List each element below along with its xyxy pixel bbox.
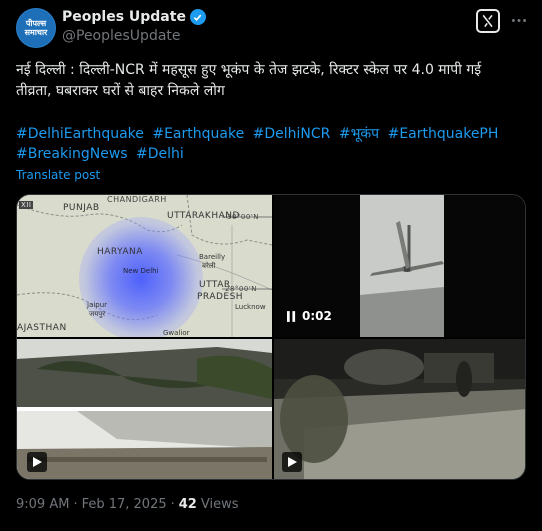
tweet-text: नई दिल्ली : दिल्ली-NCR में महसूस हुए भूक… (16, 62, 486, 99)
verified-badge-icon (189, 9, 206, 25)
avatar[interactable]: पीपल्स समाचार (16, 8, 56, 48)
map-label-gwalior: Gwalior (163, 329, 190, 337)
author-handle[interactable]: @PeoplesUpdate (62, 28, 181, 44)
translate-post-link[interactable]: Translate post (16, 168, 100, 182)
map-label-jaipur-hi: जयपुर (89, 310, 106, 318)
rooftop-scene (17, 339, 272, 479)
map-label-bareilly-hi: बरेली (202, 262, 216, 270)
earthquake-map-image[interactable]: CHANDIGARH PUNJAB UTTARAKHAND 30°00'N HA… (17, 195, 272, 337)
pause-icon[interactable] (287, 310, 296, 322)
views-label: Views (200, 497, 239, 512)
street-night-video[interactable] (274, 339, 525, 479)
hashtag-link[interactable]: #BreakingNews (16, 146, 128, 162)
hashtag-link[interactable]: #EarthquakePH (388, 126, 499, 142)
hashtag-link[interactable]: #DelhiEarthquake (16, 126, 144, 142)
avatar-text-2: समाचार (24, 28, 48, 37)
earthquake-intensity-area (79, 217, 203, 337)
tweet-meta: 9:09 AM · Feb 17, 2025 · 42 Views (16, 497, 238, 512)
hashtag-link[interactable]: #भूकंप (339, 126, 379, 142)
rooftop-video[interactable] (17, 339, 272, 479)
map-label-bareilly: Bareilly (199, 253, 226, 261)
author-name-row[interactable]: Peoples Update (62, 9, 206, 25)
separator: · (73, 497, 78, 512)
more-options-icon[interactable] (508, 8, 530, 32)
street-night-scene (274, 339, 525, 479)
map-label-chandigarh: CHANDIGARH (107, 195, 167, 204)
map-label-coord-30n: 30°00'N (227, 213, 259, 221)
video-timer-text: 0:02 (302, 309, 332, 323)
map-label-new-delhi: New Delhi (123, 267, 159, 275)
map-label-rajasthan: AJASTHAN (17, 323, 67, 333)
views-count: 42 (178, 497, 197, 512)
map-label-jaipur: Jaipur (87, 301, 108, 309)
tweet-card: पीपल्स समाचार Peoples Update @PeoplesUpd… (0, 0, 542, 531)
play-icon[interactable] (27, 452, 47, 472)
hashtag-link[interactable]: #Earthquake (152, 126, 244, 142)
map-label-lucknow: Lucknow (235, 303, 266, 311)
hashtag-link[interactable]: #DelhiNCR (253, 126, 331, 142)
media-grid: CHANDIGARH PUNJAB UTTARAKHAND 30°00'N HA… (16, 194, 526, 480)
grok-icon[interactable] (476, 9, 500, 33)
video-timer: 0:02 (287, 309, 332, 323)
map-label-pradesh: PRADESH (197, 292, 244, 302)
hashtag-link[interactable]: #Delhi (136, 146, 184, 162)
map-label-xii: XII (19, 201, 34, 209)
map-label-haryana: HARYANA (97, 247, 143, 257)
tweet-date[interactable]: Feb 17, 2025 (82, 497, 167, 512)
hashtags: #DelhiEarthquake #Earthquake #DelhiNCR #… (16, 124, 526, 164)
author-name[interactable]: Peoples Update (62, 9, 186, 25)
map-label-punjab: PUNJAB (63, 203, 100, 213)
play-icon[interactable] (282, 452, 302, 472)
avatar-text-1: पीपल्स (25, 19, 47, 28)
separator: · (170, 497, 175, 512)
tweet-time[interactable]: 9:09 AM (16, 497, 69, 512)
